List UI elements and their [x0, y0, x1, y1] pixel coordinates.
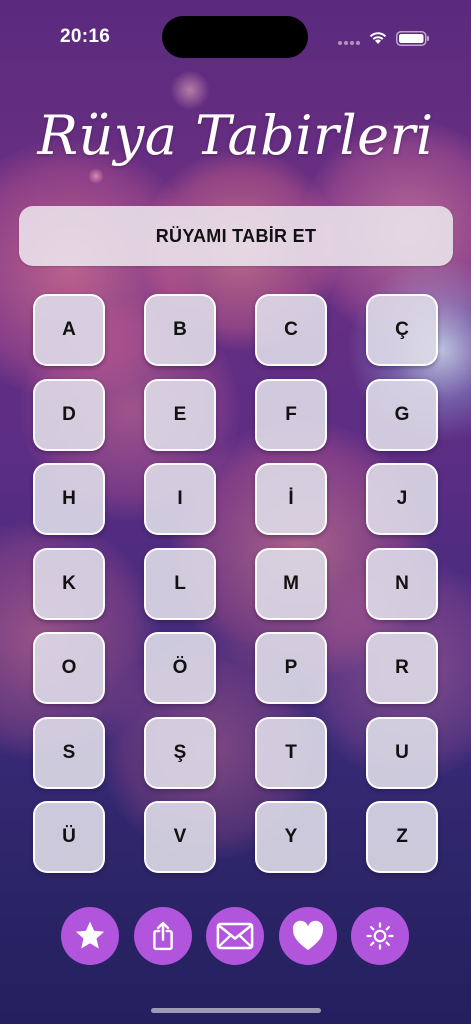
letter-key[interactable]: İ: [255, 463, 327, 535]
mail-icon: [216, 922, 254, 950]
app-screen: 20:16 Rüya Tabirleri RÜYAMI TABİR ET ABC…: [0, 0, 471, 1024]
favorites-button[interactable]: [61, 907, 119, 965]
dynamic-island: [162, 16, 308, 58]
letter-key[interactable]: K: [33, 547, 105, 620]
letter-key[interactable]: C: [255, 294, 327, 366]
letter-key[interactable]: L: [144, 547, 216, 620]
letter-key[interactable]: S: [33, 716, 105, 789]
letter-key[interactable]: B: [144, 294, 216, 366]
letter-key[interactable]: O: [33, 632, 105, 704]
heart-icon: [292, 920, 324, 951]
letter-key[interactable]: H: [33, 463, 105, 535]
letter-key[interactable]: T: [255, 716, 327, 789]
status-bar: 20:16: [0, 0, 471, 76]
app-title: Rüya Tabirleri: [37, 104, 434, 167]
home-indicator[interactable]: [151, 1008, 321, 1013]
battery-icon: [396, 31, 429, 46]
letter-key[interactable]: D: [33, 378, 105, 451]
interpret-dream-button[interactable]: RÜYAMI TABİR ET: [19, 206, 453, 266]
letter-key[interactable]: F: [255, 378, 327, 451]
letter-key[interactable]: Y: [255, 801, 327, 873]
status-time: 20:16: [60, 26, 111, 47]
brightness-button[interactable]: [351, 907, 409, 965]
letter-key[interactable]: U: [366, 716, 438, 789]
letter-key[interactable]: Z: [366, 801, 438, 873]
wifi-icon: [369, 32, 387, 44]
letter-key[interactable]: Ç: [366, 294, 438, 366]
letter-key[interactable]: R: [366, 632, 438, 704]
letter-key[interactable]: A: [33, 294, 105, 366]
letter-key[interactable]: E: [144, 378, 216, 451]
letter-grid: ABCÇ DEFG HIİJ KLMN OÖPR SŞTU ÜVYZ: [33, 294, 438, 873]
sun-icon: [366, 922, 394, 950]
letter-key[interactable]: V: [144, 801, 216, 873]
letter-key[interactable]: N: [366, 547, 438, 620]
share-button[interactable]: [134, 907, 192, 965]
star-icon: [75, 921, 105, 949]
mail-button[interactable]: [206, 907, 264, 965]
letter-key[interactable]: J: [366, 463, 438, 535]
letter-key[interactable]: M: [255, 547, 327, 620]
letter-key[interactable]: Ş: [144, 716, 216, 789]
letter-key[interactable]: G: [366, 378, 438, 451]
cellular-signal-icon: [338, 41, 362, 45]
like-button[interactable]: [279, 907, 337, 965]
letter-key[interactable]: P: [255, 632, 327, 704]
bottom-toolbar: [0, 907, 471, 967]
letter-key[interactable]: Ü: [33, 801, 105, 873]
letter-key[interactable]: I: [144, 463, 216, 535]
share-icon: [153, 921, 173, 951]
letter-key[interactable]: Ö: [144, 632, 216, 704]
